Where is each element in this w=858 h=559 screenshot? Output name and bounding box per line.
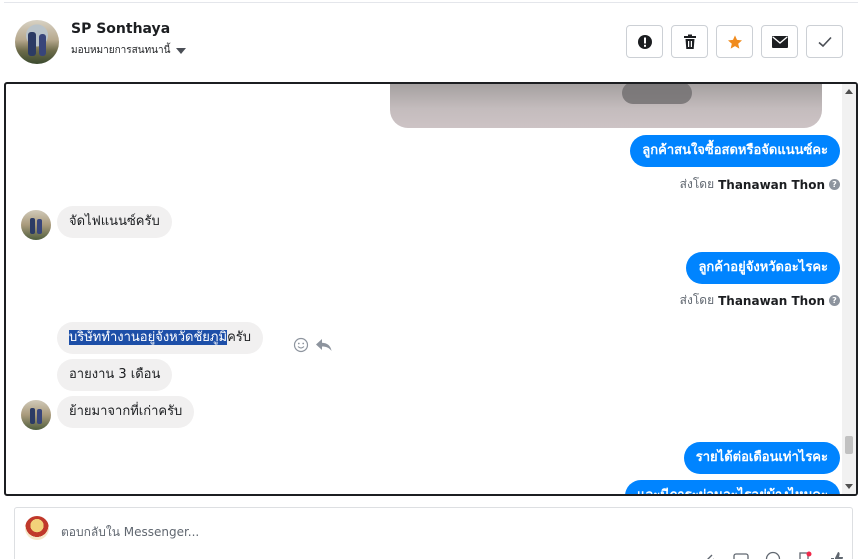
message-incoming[interactable]: บริษัททำงานอยู่จังหวัดชัยภูมิครับ: [57, 322, 263, 354]
sent-by-label: ส่งโดย Thanawan Thon ?: [680, 291, 840, 310]
message-incoming[interactable]: ย้ายมาจากที่เก่าครับ: [57, 396, 195, 428]
avatar: [25, 516, 49, 540]
avatar[interactable]: [21, 400, 51, 430]
message-incoming[interactable]: จัดไฟแนนซ์ครับ: [57, 206, 172, 238]
help-icon[interactable]: ?: [829, 179, 840, 190]
message-thread[interactable]: ลูกค้าสนใจซื้อสดหรือจัดแนนซ์คะ ส่งโดย Th…: [4, 82, 858, 496]
message-incoming[interactable]: อายงาน 3 เดือน: [57, 359, 173, 391]
caret-down-icon: [176, 47, 187, 54]
saved-replies-icon[interactable]: [797, 551, 813, 559]
avatar[interactable]: [21, 210, 51, 240]
sent-by-label: ส่งโดย Thanawan Thon ?: [680, 175, 840, 194]
like-icon[interactable]: [829, 551, 845, 559]
emoji-react-icon[interactable]: [293, 337, 309, 353]
contact-name[interactable]: SP Sonthaya: [71, 21, 170, 37]
attachment-icon[interactable]: [701, 551, 717, 559]
star-icon: [727, 34, 742, 49]
assign-label: มอบหมายการสนทนานี้: [71, 45, 171, 56]
reply-box[interactable]: ตอบกลับใน Messenger...: [14, 507, 853, 559]
assign-conversation-dropdown[interactable]: มอบหมายการสนทนานี้: [71, 43, 187, 58]
mark-unread-button[interactable]: [761, 25, 798, 58]
star-button[interactable]: [716, 25, 753, 58]
message-outgoing[interactable]: และมีภาระผ่อนอะไรอยู่บ้างไหมคะ: [624, 480, 840, 494]
gif-icon[interactable]: [733, 551, 749, 559]
header-actions: [626, 25, 843, 58]
scroll-up-icon[interactable]: [845, 89, 853, 94]
sender-name: Thanawan Thon: [718, 293, 825, 308]
reply-icon[interactable]: [315, 337, 333, 353]
scroll-down-icon[interactable]: [845, 484, 853, 489]
reply-toolbar: [701, 551, 845, 559]
mark-spam-button[interactable]: [626, 25, 663, 58]
message-outgoing[interactable]: รายได้ต่อเดือนเท่าไรคะ: [683, 442, 840, 474]
selected-text: บริษัททำงานอยู่จังหวัดชัยภูมิ: [69, 330, 228, 345]
emoji-icon[interactable]: [765, 551, 781, 559]
scrollbar-thumb[interactable]: [845, 436, 853, 454]
message-text: ครับ: [227, 330, 251, 345]
reply-input[interactable]: ตอบกลับใน Messenger...: [61, 523, 199, 542]
shared-photo[interactable]: [390, 84, 822, 128]
message-outgoing[interactable]: ลูกค้าสนใจซื้อสดหรือจัดแนนซ์คะ: [630, 135, 840, 167]
sent-by-prefix: ส่งโดย: [679, 293, 715, 307]
sender-name: Thanawan Thon: [718, 177, 825, 192]
trash-icon: [683, 34, 696, 49]
avatar[interactable]: [15, 20, 59, 64]
help-icon[interactable]: ?: [829, 295, 840, 306]
conversation-header: SP Sonthaya มอบหมายการสนทนานี้: [0, 0, 858, 82]
sent-by-prefix: ส่งโดย: [679, 177, 715, 191]
alert-icon: [637, 34, 652, 49]
message-actions: [293, 337, 333, 353]
mail-icon: [771, 35, 788, 48]
mark-done-button[interactable]: [806, 25, 843, 58]
check-icon: [817, 36, 832, 47]
message-outgoing[interactable]: ลูกค้าอยู่จังหวัดอะไรคะ: [686, 252, 840, 284]
delete-button[interactable]: [671, 25, 708, 58]
scrollbar[interactable]: [842, 84, 856, 494]
